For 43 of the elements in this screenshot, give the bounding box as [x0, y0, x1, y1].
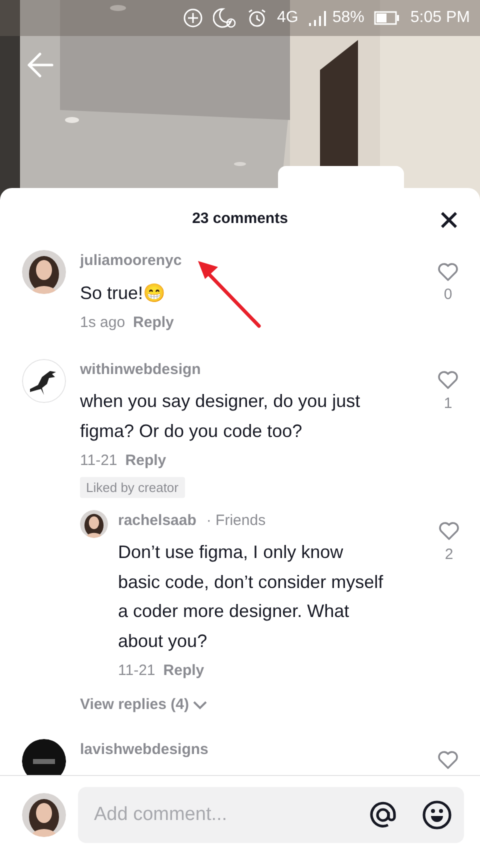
comment-count-title: 23 comments [192, 208, 288, 229]
username[interactable]: lavishwebdesigns [80, 738, 208, 761]
username[interactable]: withinwebdesign [80, 358, 201, 381]
heart-icon[interactable] [437, 370, 459, 390]
like-count: 2 [444, 544, 454, 564]
mention-icon[interactable] [368, 800, 398, 830]
like-count: 1 [442, 394, 454, 414]
view-replies-button[interactable]: View replies (4) [80, 694, 189, 714]
clock-time: 5:05 PM [410, 8, 470, 28]
moon-alarm-icon [213, 7, 238, 29]
friend-tag: · Friends [206, 510, 266, 532]
network-label: 4G [277, 8, 298, 28]
username[interactable]: rachelsaab [118, 510, 196, 532]
liked-by-creator-label: Liked by creator [80, 476, 184, 498]
comment-text: Don’t use figma, I only know basic code, don’t consider myself a coder more designer. What about you? [118, 541, 384, 653]
avatar[interactable] [22, 792, 66, 836]
battery-percent: 58% [332, 8, 364, 28]
comment-text: So true!😁 [80, 282, 166, 304]
comment-text: when you say designer, do you just figma? Or do you code too? [80, 390, 362, 443]
annotation-arrow [195, 258, 263, 330]
reply-button[interactable]: Reply [133, 312, 174, 334]
avatar[interactable] [22, 738, 66, 775]
comment-time: 11-21 [80, 451, 118, 471]
chevron-down-icon[interactable] [192, 700, 207, 710]
alarm-icon [247, 8, 268, 28]
avatar[interactable] [22, 250, 66, 294]
emoji-icon[interactable] [422, 800, 452, 830]
comment-input-field[interactable]: Add comment... [78, 786, 464, 842]
comment-time: 11-21 [118, 661, 156, 681]
username[interactable]: juliamoorenyc [80, 250, 182, 272]
comment-time: 1s ago [80, 313, 126, 333]
add-circle-icon [183, 8, 204, 28]
signal-icon [308, 10, 328, 26]
close-icon [440, 210, 458, 229]
heart-icon[interactable] [437, 262, 459, 282]
avatar[interactable] [22, 358, 66, 402]
heart-icon[interactable] [438, 521, 460, 542]
heart-icon[interactable] [437, 750, 459, 770]
battery-icon [374, 11, 400, 25]
like-count: 0 [442, 285, 454, 305]
avatar[interactable] [80, 510, 108, 538]
reply-button[interactable]: Reply [163, 660, 204, 682]
reply-button[interactable]: Reply [125, 450, 166, 472]
